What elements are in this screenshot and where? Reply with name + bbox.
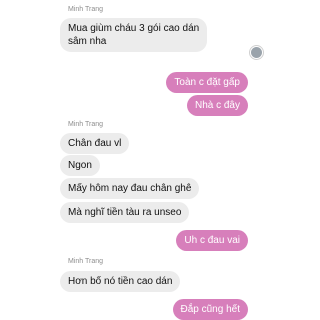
incoming-message[interactable]: Mà nghĩ tiền tàu ra unseo — [60, 202, 190, 223]
chat-thread: Minh Trang Mua giùm cháu 3 gói cao dán s… — [0, 0, 320, 320]
message-line: Mua giùm cháu 3 gói cao dán — [68, 23, 200, 34]
seen-avatar-icon — [250, 46, 263, 59]
incoming-message[interactable]: Mấy hôm nay đau chân ghê — [60, 178, 200, 199]
sender-name: Minh Trang — [68, 258, 104, 265]
incoming-message[interactable]: Ngon — [60, 155, 100, 176]
outgoing-message[interactable]: Toàn c đặt gấp — [166, 72, 248, 93]
outgoing-message[interactable]: Đắp cũng hết — [172, 299, 248, 320]
incoming-message[interactable]: Hơn bố nó tiền cao dán — [60, 271, 181, 292]
sender-name: Minh Trang — [68, 121, 104, 128]
incoming-message[interactable]: Chân đau vl — [60, 133, 130, 154]
outgoing-message[interactable]: Uh c đau vai — [176, 230, 248, 251]
message-line: sâm nha — [68, 36, 107, 47]
incoming-message[interactable]: Mua giùm cháu 3 gói cao dán sâm nha — [60, 18, 208, 52]
sender-name: Minh Trang — [68, 6, 104, 13]
outgoing-message[interactable]: Nhà c đây — [186, 95, 248, 116]
